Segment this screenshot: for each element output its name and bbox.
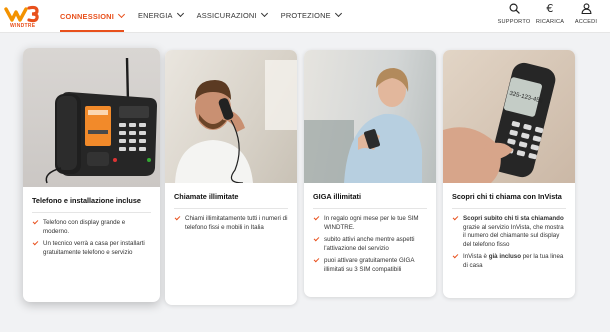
recharge-button[interactable]: € RICARICA (532, 3, 568, 25)
check-icon (32, 218, 39, 225)
feature-card-invista[interactable]: 325-123-456 Scopri chi ti chiama con InV… (443, 50, 575, 298)
nav-item-connessioni[interactable]: CONNESSIONI (60, 0, 125, 32)
bullet-text: grazie al servizio InVista, che mostra i… (463, 223, 564, 248)
card-divider (32, 212, 151, 213)
list-item: InVista è già incluso per la tua linea d… (452, 253, 566, 270)
login-button[interactable]: ACCEDI (568, 3, 604, 25)
main-nav: CONNESSIONI ENERGIA ASSICURAZIONI PROTEZ… (60, 0, 355, 33)
bullet-text: InVista è (463, 253, 489, 261)
header-tools: SUPPORTO € RICARICA ACCEDI (496, 3, 604, 25)
bullet-bold-text: Scopri subito chi ti sta chiamando (463, 215, 564, 222)
check-icon (313, 257, 320, 263)
card-divider (452, 208, 566, 209)
chevron-down-icon (117, 10, 125, 19)
user-icon (581, 3, 591, 14)
nav-item-energia[interactable]: ENERGIA (137, 0, 184, 30)
windtre-logo-mark (4, 5, 39, 23)
card-title: Telefono e installazione incluse (32, 196, 141, 205)
nav-item-label: CONNESSIONI (60, 11, 114, 21)
check-icon (313, 214, 320, 221)
feature-card-phone[interactable]: Telefono e installazione incluse Telefon… (23, 48, 160, 302)
nav-item-label: PROTEZIONE (280, 10, 331, 20)
nav-item-protezione[interactable]: PROTEZIONE (280, 0, 342, 30)
desk-phone-image (23, 48, 160, 187)
bullet-text: Un tecnico verrà a casa per installarti … (43, 240, 145, 256)
check-icon (452, 253, 459, 259)
check-icon (313, 235, 320, 242)
list-item: Scopri subito chi ti sta chiamando grazi… (452, 214, 566, 249)
check-icon (32, 239, 39, 246)
card-divider (174, 208, 288, 209)
nav-item-label: ASSICURAZIONI (196, 10, 257, 20)
card-bullet-list: Scopri subito chi ti sta chiamando grazi… (452, 214, 566, 271)
list-item: Chiami illimitatamente tutti i numeri di… (174, 214, 288, 232)
card-bullet-list: Chiami illimitatamente tutti i numeri di… (174, 214, 288, 232)
list-item: subito attivi anche mentre aspetti l'att… (313, 235, 427, 253)
top-header: WINDTRE CONNESSIONI ENERGIA ASSICURAZION… (0, 0, 610, 33)
chevron-down-icon (260, 9, 268, 18)
card-divider (313, 208, 427, 209)
search-icon (509, 3, 520, 14)
check-icon (174, 214, 181, 221)
bullet-text: Chiami illimitatamente tutti i numeri di… (185, 215, 288, 231)
list-item: In regalo ogni mese per le tue SIM WINDT… (313, 214, 427, 232)
woman-with-smartphone-image (304, 50, 436, 183)
chevron-down-icon (334, 9, 342, 18)
card-title: Scopri chi ti chiama con InVista (452, 192, 562, 201)
bullet-text: Telefono con display grande e moderno. (43, 219, 126, 235)
support-label: SUPPORTO (497, 19, 531, 25)
euro-icon: € (546, 2, 554, 15)
feature-card-calls[interactable]: Chiamate illimitate Chiami illimitatamen… (165, 50, 297, 305)
support-button[interactable]: SUPPORTO (496, 3, 532, 25)
chevron-down-icon (176, 9, 184, 18)
man-on-phone-image (165, 50, 297, 183)
nav-item-assicurazioni[interactable]: ASSICURAZIONI (196, 0, 268, 30)
bullet-text: In regalo ogni mese per le tue SIM WINDT… (324, 215, 419, 231)
check-icon (452, 214, 459, 221)
bullet-bold-text: già incluso (488, 253, 522, 261)
cordless-phone-image: 325-123-456 (443, 50, 575, 183)
bullet-text: puoi attivare gratuitamente GIGA illimit… (324, 257, 415, 273)
recharge-label: RICARICA (535, 19, 565, 25)
list-item: puoi attivare gratuitamente GIGA illimit… (313, 257, 427, 274)
card-bullet-list: Telefono con display grande e moderno. U… (32, 218, 151, 257)
bullet-text: subito attivi anche mentre aspetti l'att… (324, 236, 415, 252)
nav-item-label: ENERGIA (137, 10, 173, 20)
list-item: Telefono con display grande e moderno. (32, 218, 151, 236)
windtre-logo[interactable]: WINDTRE (4, 3, 44, 30)
card-title: Chiamate illimitate (174, 192, 239, 201)
login-label: ACCEDI (574, 19, 598, 25)
card-title: GIGA illimitati (313, 192, 361, 201)
logo-wordmark: WINDTRE (10, 23, 36, 29)
card-bullet-list: In regalo ogni mese per le tue SIM WINDT… (313, 214, 427, 275)
feature-card-giga[interactable]: GIGA illimitati In regalo ogni mese per … (304, 50, 436, 297)
list-item: Un tecnico verrà a casa per installarti … (32, 239, 151, 257)
